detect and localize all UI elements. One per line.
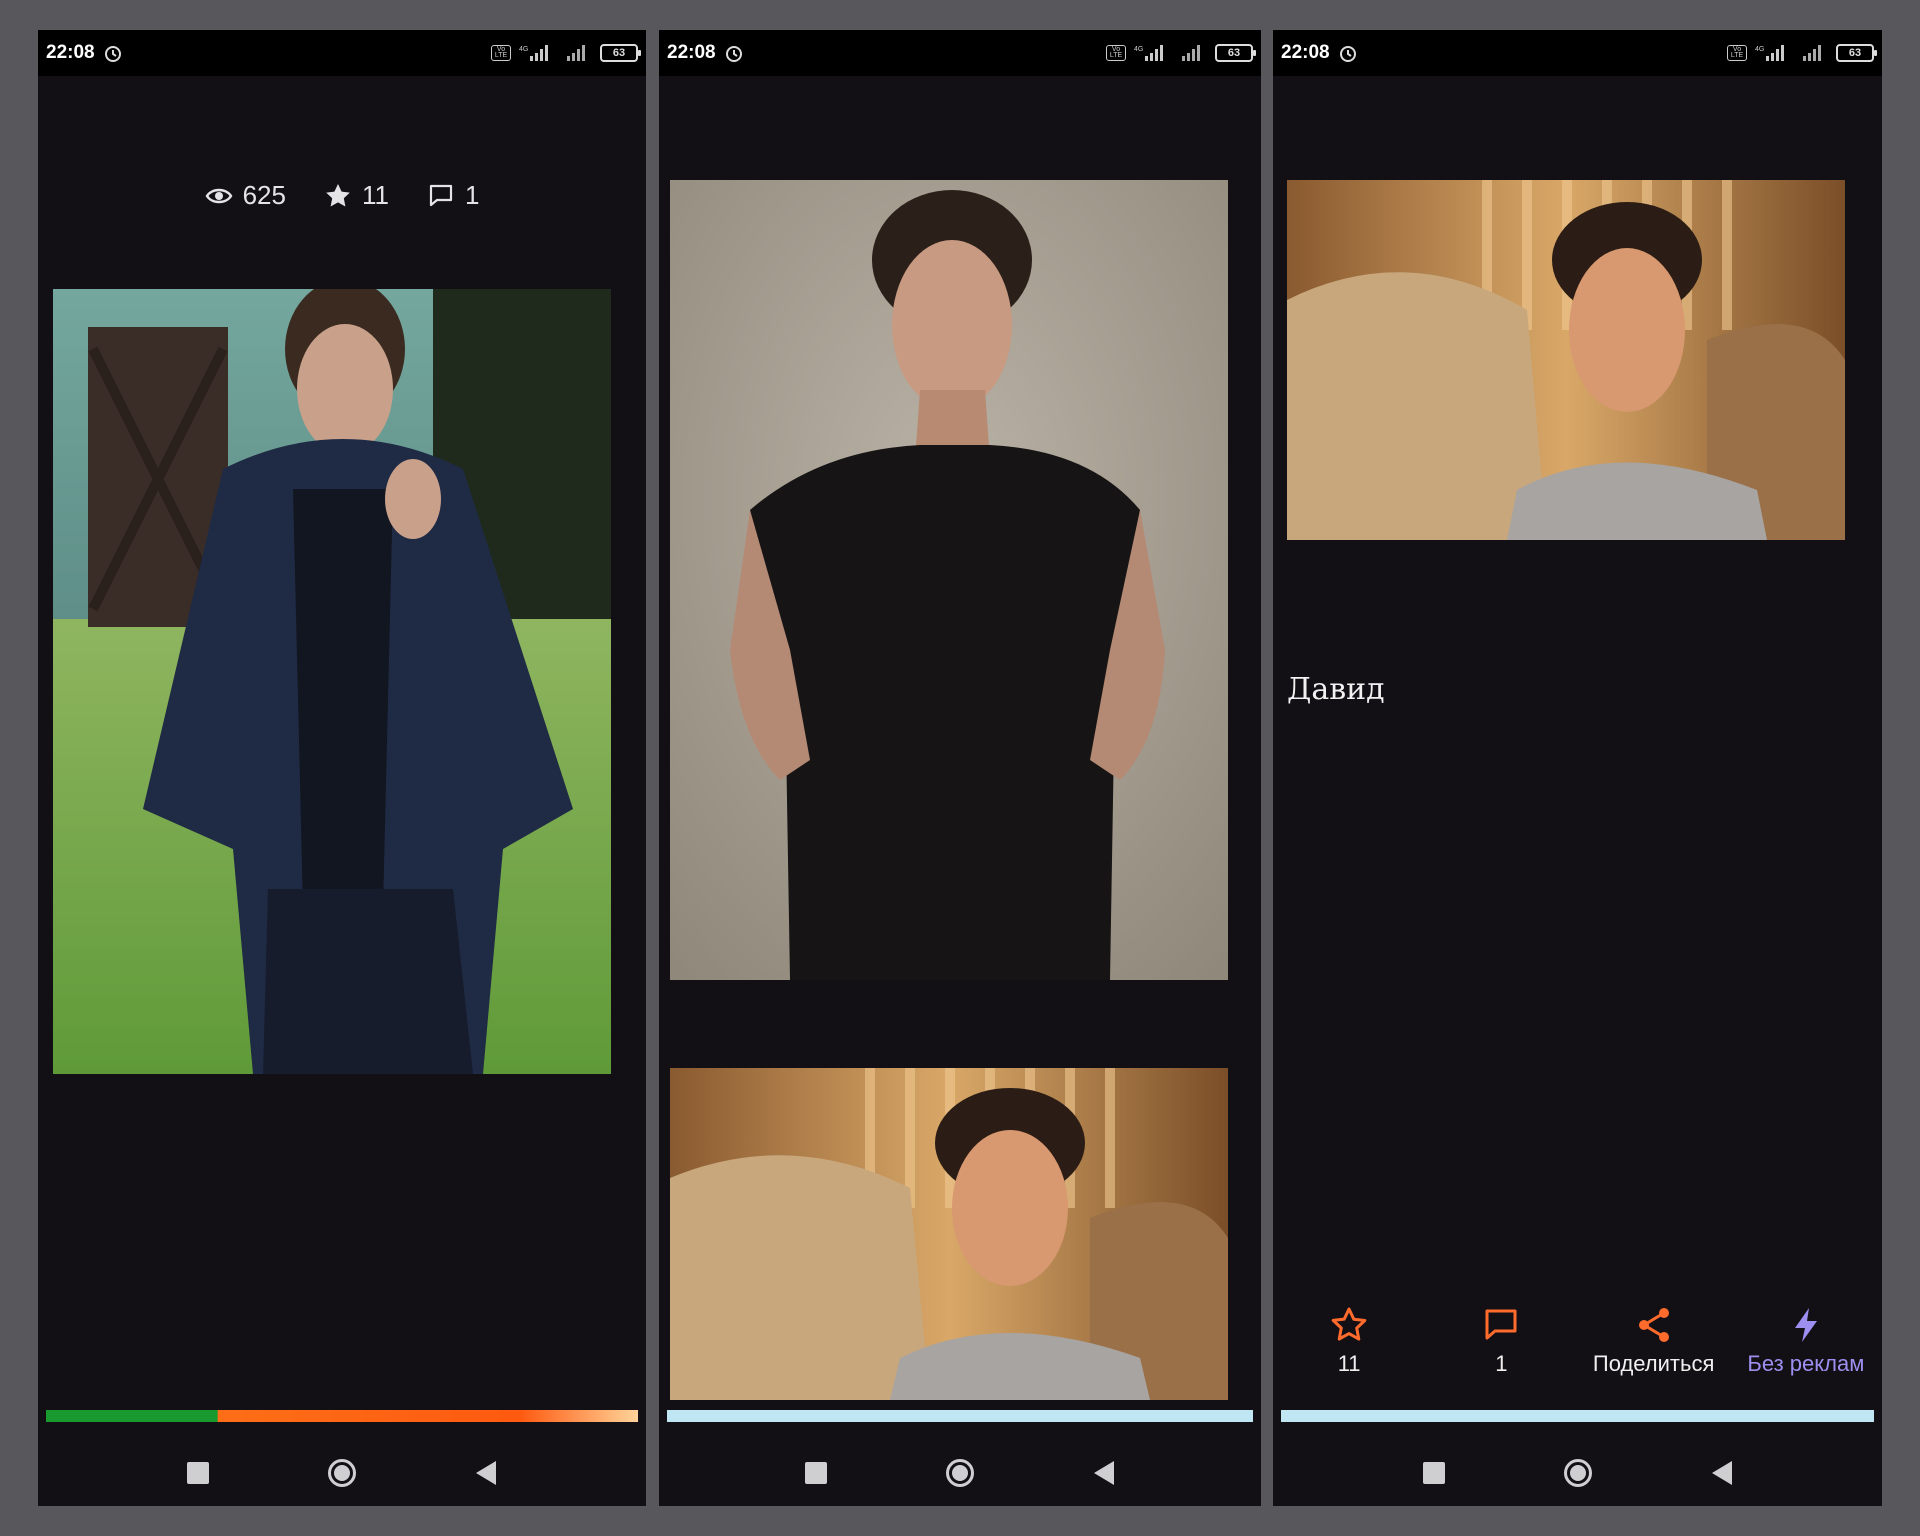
- phone-screen-2: 22:08 Vo LTE 4G 63: [659, 30, 1261, 1506]
- views-count: 625: [242, 180, 286, 210]
- favorite-button[interactable]: 11: [1273, 1305, 1425, 1377]
- status-time: 22:08: [1281, 42, 1330, 63]
- share-button[interactable]: Поделиться: [1578, 1305, 1730, 1377]
- back-icon[interactable]: [1705, 1456, 1739, 1490]
- star-icon: [326, 183, 350, 206]
- views-stat: 625: [205, 180, 286, 211]
- favorites-stat: 11: [324, 180, 389, 211]
- volte-icon: Vo LTE: [1106, 45, 1126, 61]
- favorites-count: 11: [361, 180, 389, 210]
- phone-screen-1: 22:08 Vo LTE 4G 63 625 11 1: [38, 30, 646, 1506]
- story-progress: [46, 1410, 638, 1422]
- back-icon[interactable]: [1087, 1456, 1121, 1490]
- home-icon[interactable]: [1561, 1456, 1595, 1490]
- comment-icon: [1485, 1309, 1517, 1340]
- status-time: 22:08: [46, 42, 95, 63]
- status-bar: 22:08 Vo LTE 4G 63: [1273, 30, 1882, 76]
- no-ads-label: Без реклам: [1747, 1351, 1865, 1376]
- favorite-count: 11: [1337, 1351, 1361, 1376]
- signal-4g-icon: 4G: [1134, 45, 1163, 61]
- navigation-bar: [659, 1440, 1261, 1506]
- comments-count: 1: [464, 180, 480, 210]
- svg-text:4G: 4G: [519, 46, 528, 53]
- recents-icon[interactable]: [799, 1456, 833, 1490]
- back-icon[interactable]: [469, 1456, 503, 1490]
- comment-icon: [429, 184, 453, 206]
- no-ads-button[interactable]: Без реклам: [1730, 1305, 1882, 1377]
- recents-icon[interactable]: [1417, 1456, 1451, 1490]
- home-icon[interactable]: [325, 1456, 359, 1490]
- post-stats: 625 11 1: [38, 180, 646, 211]
- signal-4g-icon: 4G: [519, 45, 548, 61]
- comment-count: 1: [1495, 1351, 1508, 1376]
- svg-text:4G: 4G: [1134, 46, 1143, 53]
- star-icon: [1331, 1307, 1367, 1341]
- post-photo[interactable]: [670, 180, 1228, 980]
- post-photo-2[interactable]: [670, 1068, 1228, 1400]
- battery-icon: 63: [1215, 44, 1256, 62]
- comments-stat: 1: [427, 180, 479, 211]
- home-icon[interactable]: [943, 1456, 977, 1490]
- status-bar: 22:08 Vo LTE 4G 63: [659, 30, 1261, 76]
- volte-icon: Vo LTE: [1727, 45, 1747, 61]
- lightning-icon: [1794, 1308, 1817, 1342]
- navigation-bar: [1273, 1440, 1882, 1506]
- status-time: 22:08: [667, 42, 716, 63]
- recents-icon[interactable]: [181, 1456, 215, 1490]
- story-progress: [1281, 1410, 1874, 1422]
- share-icon: [1638, 1308, 1669, 1342]
- phone-screen-3: 22:08 Vo LTE 4G 63 Давид 11 1 Поделиться…: [1273, 30, 1882, 1506]
- comment-button[interactable]: 1: [1425, 1305, 1577, 1377]
- signal-icon: [1803, 45, 1821, 61]
- signal-4g-icon: 4G: [1755, 45, 1784, 61]
- eye-icon: [205, 188, 232, 203]
- status-bar: 22:08 Vo LTE 4G 63: [38, 30, 646, 76]
- signal-icon: [1182, 45, 1200, 61]
- battery-icon: 63: [600, 44, 641, 62]
- volte-icon: Vo LTE: [491, 45, 511, 61]
- battery-icon: 63: [1836, 44, 1877, 62]
- post-title: Давид: [1287, 672, 1385, 707]
- navigation-bar: [38, 1440, 646, 1506]
- alarm-icon: [725, 46, 742, 62]
- alarm-icon: [104, 46, 121, 62]
- signal-icon: [567, 45, 585, 61]
- svg-text:4G: 4G: [1755, 46, 1764, 53]
- story-progress: [667, 1410, 1253, 1422]
- post-photo[interactable]: [53, 289, 611, 1074]
- post-actions: 11 1 Поделиться Без реклам: [1273, 1305, 1882, 1377]
- alarm-icon: [1339, 46, 1356, 62]
- share-label: Поделиться: [1592, 1351, 1715, 1376]
- post-photo[interactable]: [1287, 180, 1845, 540]
